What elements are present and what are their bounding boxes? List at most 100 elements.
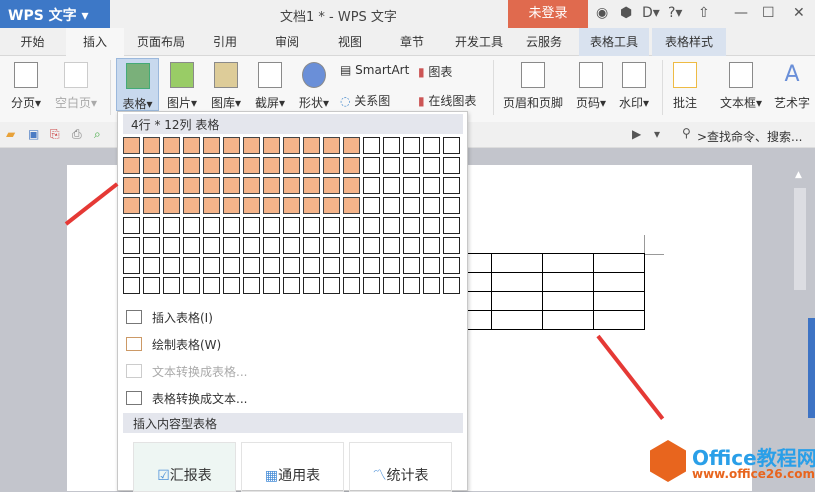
tab-home[interactable]: 开始 [10, 28, 55, 56]
tab-table-tools[interactable]: 表格工具 [579, 28, 649, 56]
grid-cell[interactable] [203, 137, 220, 154]
report-table-card[interactable]: ☑汇报表 [133, 442, 236, 492]
grid-cell[interactable] [283, 197, 300, 214]
grid-cell[interactable] [243, 137, 260, 154]
close-button[interactable]: ✕ [793, 5, 805, 21]
grid-cell[interactable] [243, 177, 260, 194]
grid-cell[interactable] [283, 237, 300, 254]
tab-references[interactable]: 引用 [200, 28, 250, 56]
scroll-up-icon[interactable]: ▲ [795, 170, 802, 180]
grid-cell[interactable] [123, 157, 140, 174]
grid-cell[interactable] [323, 257, 340, 274]
grid-cell[interactable] [163, 217, 180, 234]
grid-cell[interactable] [443, 217, 460, 234]
grid-cell[interactable] [343, 257, 360, 274]
grid-cell[interactable] [263, 237, 280, 254]
grid-cell[interactable] [343, 197, 360, 214]
grid-cell[interactable] [283, 277, 300, 294]
grid-cell[interactable] [163, 277, 180, 294]
grid-cell[interactable] [403, 137, 420, 154]
settings-icon[interactable]: ⬢ [620, 5, 632, 21]
grid-cell[interactable] [423, 177, 440, 194]
grid-cell[interactable] [323, 137, 340, 154]
grid-cell[interactable] [203, 257, 220, 274]
grid-cell[interactable] [123, 257, 140, 274]
grid-cell[interactable] [163, 237, 180, 254]
grid-cell[interactable] [223, 197, 240, 214]
document-table[interactable] [440, 253, 645, 330]
grid-cell[interactable] [223, 157, 240, 174]
grid-cell[interactable] [263, 137, 280, 154]
grid-cell[interactable] [363, 137, 380, 154]
grid-cell[interactable] [323, 157, 340, 174]
grid-cell[interactable] [203, 237, 220, 254]
shape-button[interactable]: 形状▾ [294, 62, 334, 111]
grid-cell[interactable] [423, 217, 440, 234]
grid-cell[interactable] [423, 257, 440, 274]
grid-cell[interactable] [383, 257, 400, 274]
grid-cell[interactable] [423, 157, 440, 174]
grid-cell[interactable] [123, 177, 140, 194]
grid-cell[interactable] [403, 237, 420, 254]
grid-cell[interactable] [323, 237, 340, 254]
grid-cell[interactable] [263, 197, 280, 214]
grid-cell[interactable] [223, 137, 240, 154]
grid-cell[interactable] [243, 197, 260, 214]
grid-cell[interactable] [403, 197, 420, 214]
grid-cell[interactable] [223, 237, 240, 254]
grid-cell[interactable] [303, 137, 320, 154]
grid-cell[interactable] [143, 217, 160, 234]
search-input[interactable]: >查找命令、搜索... [697, 128, 803, 145]
grid-cell[interactable] [363, 177, 380, 194]
grid-cell[interactable] [343, 157, 360, 174]
tab-insert[interactable]: 插入 [66, 28, 124, 56]
grid-cell[interactable] [263, 157, 280, 174]
grid-cell[interactable] [383, 177, 400, 194]
grid-cell[interactable] [343, 137, 360, 154]
tab-cloud[interactable]: 云服务 [518, 28, 570, 56]
grid-cell[interactable] [243, 217, 260, 234]
text-to-table-item[interactable]: 文本转换成表格... [126, 361, 456, 383]
grid-cell[interactable] [143, 157, 160, 174]
grid-cell[interactable] [183, 197, 200, 214]
textbox-button[interactable]: 文本框▾ [714, 62, 768, 111]
grid-cell[interactable] [363, 277, 380, 294]
page-number-button[interactable]: 页码▾ [571, 62, 611, 111]
app-menu-button[interactable]: WPS 文字 ▾ [0, 0, 110, 28]
grid-cell[interactable] [383, 157, 400, 174]
grid-cell[interactable] [123, 217, 140, 234]
open-icon[interactable]: ▰ [6, 127, 15, 141]
grid-cell[interactable] [183, 177, 200, 194]
blank-page-button[interactable]: 空白页▾ [52, 62, 100, 111]
online-chart-button[interactable]: ▮ 在线图表 [418, 92, 476, 109]
general-table-card[interactable]: ▦通用表 [241, 442, 344, 492]
tab-developer[interactable]: 开发工具 [448, 28, 510, 56]
wordart-button[interactable]: A 艺术字 [772, 62, 812, 111]
grid-cell[interactable] [223, 217, 240, 234]
statistics-table-card[interactable]: 〽统计表 [349, 442, 452, 492]
grid-cell[interactable] [223, 277, 240, 294]
grid-cell[interactable] [443, 277, 460, 294]
grid-cell[interactable] [383, 197, 400, 214]
grid-cell[interactable] [443, 237, 460, 254]
grid-cell[interactable] [203, 217, 220, 234]
grid-cell[interactable] [423, 197, 440, 214]
grid-cell[interactable] [303, 237, 320, 254]
grid-cell[interactable] [303, 217, 320, 234]
grid-cell[interactable] [123, 277, 140, 294]
grid-cell[interactable] [303, 197, 320, 214]
grid-cell[interactable] [263, 257, 280, 274]
grid-cell[interactable] [343, 217, 360, 234]
tab-table-style[interactable]: 表格样式 [652, 28, 726, 56]
grid-cell[interactable] [243, 157, 260, 174]
comment-button[interactable]: 批注 [668, 62, 702, 111]
grid-cell[interactable] [363, 217, 380, 234]
preview-icon[interactable]: ⌕ [94, 127, 101, 142]
grid-cell[interactable] [403, 257, 420, 274]
relation-button[interactable]: ◌ 关系图 [340, 92, 390, 109]
grid-cell[interactable] [143, 277, 160, 294]
grid-cell[interactable] [203, 177, 220, 194]
grid-cell[interactable] [163, 197, 180, 214]
table-button[interactable]: 表格▾ [116, 58, 159, 111]
grid-cell[interactable] [263, 217, 280, 234]
